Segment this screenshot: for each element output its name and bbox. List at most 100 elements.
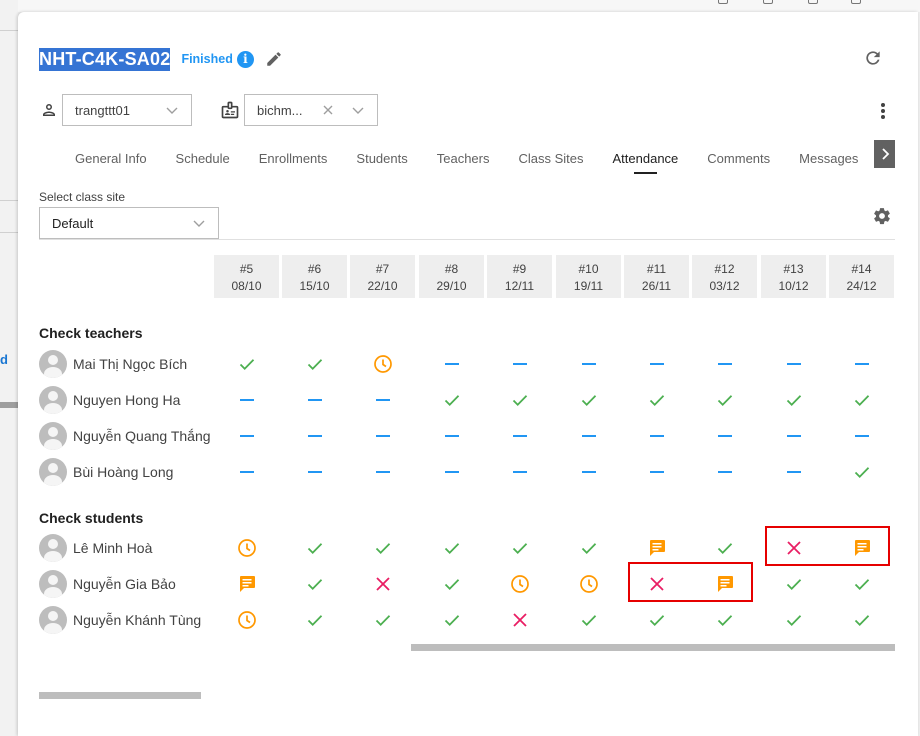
- assistant-select[interactable]: bichm...: [244, 94, 378, 126]
- comment-icon[interactable]: [235, 572, 259, 596]
- dash-icon[interactable]: [577, 352, 601, 376]
- check-icon[interactable]: [303, 572, 327, 596]
- dash-icon[interactable]: [713, 424, 737, 448]
- dash-icon[interactable]: [850, 352, 874, 376]
- clock-icon[interactable]: [577, 572, 601, 596]
- dash-icon[interactable]: [508, 352, 532, 376]
- comment-icon[interactable]: [645, 536, 669, 560]
- check-icon[interactable]: [782, 388, 806, 412]
- check-icon[interactable]: [371, 536, 395, 560]
- clear-icon[interactable]: [321, 103, 335, 117]
- session-date: 29/10: [436, 279, 467, 293]
- dash-icon[interactable]: [508, 424, 532, 448]
- check-icon[interactable]: [645, 608, 669, 632]
- check-icon[interactable]: [713, 388, 737, 412]
- check-icon[interactable]: [577, 536, 601, 560]
- dash-icon[interactable]: [713, 460, 737, 484]
- site-select[interactable]: Default: [39, 207, 219, 239]
- dash-icon[interactable]: [440, 352, 464, 376]
- toolbar-icon[interactable]: [851, 0, 861, 4]
- dash-icon[interactable]: [235, 460, 259, 484]
- check-icon[interactable]: [713, 536, 737, 560]
- tab-scroll-right-icon[interactable]: [874, 140, 895, 168]
- check-icon[interactable]: [440, 608, 464, 632]
- dash-icon[interactable]: [440, 460, 464, 484]
- dash-icon[interactable]: [782, 460, 806, 484]
- title-row: NHT-C4K-SA02 Finished i: [39, 45, 284, 73]
- tab-attendance[interactable]: Attendance: [613, 151, 678, 174]
- check-icon[interactable]: [303, 352, 327, 376]
- toolbar-icon[interactable]: [718, 0, 728, 4]
- dash-icon[interactable]: [440, 424, 464, 448]
- check-icon[interactable]: [782, 572, 806, 596]
- check-icon[interactable]: [850, 572, 874, 596]
- dash-icon[interactable]: [235, 388, 259, 412]
- check-icon[interactable]: [508, 536, 532, 560]
- info-icon[interactable]: i: [236, 50, 254, 68]
- check-icon[interactable]: [577, 608, 601, 632]
- tab-teachers[interactable]: Teachers: [437, 151, 490, 166]
- check-icon[interactable]: [782, 608, 806, 632]
- dash-icon[interactable]: [645, 424, 669, 448]
- tab-comments[interactable]: Comments: [707, 151, 770, 166]
- cross-icon[interactable]: [508, 608, 532, 632]
- tab-general-info[interactable]: General Info: [75, 151, 147, 166]
- dash-icon[interactable]: [303, 460, 327, 484]
- tab-bar: General Info Schedule Enrollments Students T…: [75, 144, 887, 174]
- horizontal-scrollbar[interactable]: [411, 644, 895, 651]
- dash-icon[interactable]: [713, 352, 737, 376]
- dash-icon[interactable]: [645, 460, 669, 484]
- dash-icon[interactable]: [235, 424, 259, 448]
- check-icon[interactable]: [645, 388, 669, 412]
- check-icon[interactable]: [713, 608, 737, 632]
- edit-icon[interactable]: [264, 49, 284, 69]
- dash-icon[interactable]: [371, 460, 395, 484]
- tab-students[interactable]: Students: [356, 151, 407, 166]
- toolbar-icon[interactable]: [763, 0, 773, 4]
- background-scrollbar: [0, 402, 18, 408]
- check-icon[interactable]: [235, 352, 259, 376]
- check-icon[interactable]: [303, 536, 327, 560]
- chevron-down-icon: [192, 216, 206, 230]
- staff-row: trangttt01 bichm...: [40, 94, 378, 126]
- dash-icon[interactable]: [371, 424, 395, 448]
- settings-gear-icon[interactable]: [871, 205, 893, 227]
- check-icon[interactable]: [508, 388, 532, 412]
- clock-icon[interactable]: [371, 352, 395, 376]
- clock-icon[interactable]: [235, 608, 259, 632]
- toolbar-icon[interactable]: [808, 0, 818, 4]
- tab-schedule[interactable]: Schedule: [176, 151, 230, 166]
- refresh-icon[interactable]: [862, 47, 884, 69]
- background-page: d: [0, 0, 18, 736]
- check-icon[interactable]: [440, 536, 464, 560]
- dash-icon[interactable]: [577, 460, 601, 484]
- dash-icon[interactable]: [782, 424, 806, 448]
- check-icon[interactable]: [440, 572, 464, 596]
- check-icon[interactable]: [440, 388, 464, 412]
- dash-icon[interactable]: [303, 424, 327, 448]
- teacher-select[interactable]: trangttt01: [62, 94, 192, 126]
- more-vert-icon[interactable]: [873, 100, 893, 122]
- check-icon[interactable]: [850, 388, 874, 412]
- check-icon[interactable]: [303, 608, 327, 632]
- dash-icon[interactable]: [303, 388, 327, 412]
- dash-icon[interactable]: [782, 352, 806, 376]
- horizontal-scrollbar[interactable]: [39, 692, 201, 699]
- tab-class-sites[interactable]: Class Sites: [518, 151, 583, 166]
- clock-icon[interactable]: [235, 536, 259, 560]
- check-icon[interactable]: [850, 460, 874, 484]
- class-code: NHT-C4K-SA02: [39, 47, 171, 71]
- check-icon[interactable]: [850, 608, 874, 632]
- cross-icon[interactable]: [371, 572, 395, 596]
- dash-icon[interactable]: [371, 388, 395, 412]
- dash-icon[interactable]: [850, 424, 874, 448]
- clock-icon[interactable]: [508, 572, 532, 596]
- check-icon[interactable]: [577, 388, 601, 412]
- dash-icon[interactable]: [645, 352, 669, 376]
- dash-icon[interactable]: [508, 460, 532, 484]
- check-icon[interactable]: [371, 608, 395, 632]
- dash-icon[interactable]: [577, 424, 601, 448]
- background-divider: [0, 232, 18, 233]
- tab-enrollments[interactable]: Enrollments: [259, 151, 328, 166]
- tab-messages[interactable]: Messages: [799, 151, 858, 166]
